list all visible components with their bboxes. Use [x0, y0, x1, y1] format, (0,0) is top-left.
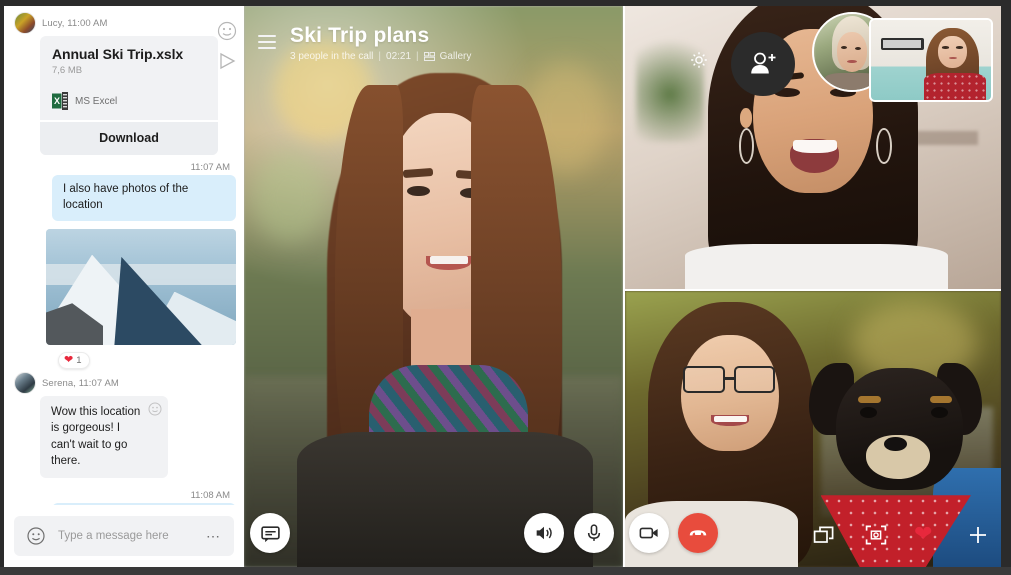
- person-mouth: [847, 59, 857, 63]
- message-action-rail: [216, 20, 242, 80]
- person-face: [836, 32, 868, 72]
- file-attachment-card[interactable]: Annual Ski Trip.xslx 7,6 MB X MS Excel D…: [40, 36, 218, 155]
- background-bokeh: [251, 151, 328, 242]
- snapshot-icon: [864, 523, 888, 547]
- window-frame-top: [0, 0, 1011, 6]
- tile-divider: [623, 6, 625, 567]
- window-frame-right: [1001, 0, 1011, 575]
- end-call-button[interactable]: [678, 513, 718, 553]
- file-size: 7,6 MB: [52, 65, 83, 76]
- person-glasses: [734, 365, 776, 394]
- file-app-row: X MS Excel: [52, 92, 206, 110]
- send-reaction-button[interactable]: ❤: [914, 523, 938, 547]
- reaction-count: 1: [76, 355, 82, 367]
- dog-marking: [929, 395, 953, 404]
- sender-name-time: Serena, 11:07 AM: [42, 377, 119, 389]
- snapshot-button[interactable]: [864, 523, 888, 547]
- emoji-icon[interactable]: [216, 20, 238, 42]
- person-earring: [876, 127, 892, 165]
- gear-icon[interactable]: [687, 48, 711, 72]
- message-timestamp: 11:08 AM: [190, 490, 230, 502]
- camera-button[interactable]: [629, 513, 669, 553]
- person-eye: [406, 185, 430, 197]
- person-teeth: [792, 140, 838, 153]
- tile-divider: [625, 289, 1001, 291]
- avatar: [14, 372, 36, 395]
- person-eye: [855, 46, 862, 50]
- person-dress-pattern: [923, 72, 987, 100]
- message-sender-row-incoming: Serena, 11:07 AM: [14, 372, 236, 395]
- sender-name-time: Lucy, 11:00 AM: [42, 17, 108, 29]
- avatar: [14, 12, 36, 34]
- window-frame-left: [0, 0, 4, 575]
- dog-eye: [859, 406, 877, 418]
- person-eye: [941, 46, 949, 49]
- mountain-photo[interactable]: [46, 229, 236, 346]
- message-reaction[interactable]: ❤ 1: [58, 352, 90, 370]
- message-timestamp: 11:07 AM: [190, 162, 230, 173]
- background-plant: [636, 22, 704, 142]
- dog-marking: [858, 395, 881, 404]
- heart-icon: ❤: [64, 354, 74, 367]
- file-card-body: Annual Ski Trip.xslx 7,6 MB X MS Excel: [40, 36, 218, 120]
- add-person-icon: [748, 50, 778, 78]
- message-composer: Type a message here ⋯: [4, 505, 244, 567]
- chat-icon: [260, 523, 281, 544]
- emoji-icon[interactable]: [148, 402, 162, 416]
- file-name: Annual Ski Trip.xslx: [52, 46, 184, 62]
- message-input-container[interactable]: Type a message here ⋯: [14, 516, 234, 556]
- svg-text:X: X: [54, 96, 60, 106]
- microphone-button[interactable]: [574, 513, 614, 553]
- main-video-tile[interactable]: [244, 6, 623, 567]
- end-call-icon: [687, 522, 709, 544]
- search-input[interactable]: Type a message here: [58, 530, 194, 542]
- heart-icon: ❤: [914, 521, 933, 546]
- chat-message-list[interactable]: Lucy, 11:00 AM Annual Ski Trip.xslx 7,6 …: [4, 6, 244, 505]
- person-shirt: [685, 243, 949, 289]
- person-teeth: [713, 415, 747, 422]
- background-picture-frame-inner: [883, 40, 922, 48]
- person-glasses-bridge: [722, 376, 736, 381]
- more-options-icon[interactable]: ⋯: [206, 529, 222, 543]
- person-eye: [956, 46, 964, 49]
- excel-icon: X: [52, 92, 68, 110]
- speaker-button[interactable]: [524, 513, 564, 553]
- chat-toggle-button[interactable]: [250, 513, 290, 553]
- more-actions-button[interactable]: [966, 523, 990, 547]
- message-bubble[interactable]: Wow this location is gorgeous! I can't w…: [40, 396, 168, 479]
- person-face: [938, 36, 967, 68]
- speaker-icon: [533, 522, 555, 544]
- file-app-label: MS Excel: [75, 95, 118, 107]
- person-glasses: [683, 365, 725, 394]
- screen-share-button[interactable]: [812, 523, 836, 547]
- skype-call-window: Lucy, 11:00 AM Annual Ski Trip.xslx 7,6 …: [0, 0, 1011, 575]
- microphone-icon: [583, 522, 605, 544]
- download-button[interactable]: Download: [40, 120, 218, 155]
- plus-icon: [966, 523, 990, 547]
- video-camera-icon: [638, 522, 660, 544]
- person-eyebrow: [402, 167, 434, 178]
- chat-panel: Lucy, 11:00 AM Annual Ski Trip.xslx 7,6 …: [4, 6, 244, 567]
- message-text: Wow this location is gorgeous! I can't w…: [51, 406, 141, 468]
- emoji-icon[interactable]: [26, 526, 46, 546]
- message-row-incoming: Wow this location is gorgeous! I can't w…: [40, 396, 236, 479]
- dog-nose: [884, 437, 907, 452]
- add-person-button[interactable]: [731, 32, 795, 96]
- person-teeth: [429, 256, 468, 265]
- person-ear: [739, 107, 753, 128]
- message-bubble[interactable]: I also have photos of the location: [52, 175, 236, 222]
- forward-icon[interactable]: [216, 50, 238, 72]
- person-face: [681, 335, 780, 452]
- message-sender-row: Lucy, 11:00 AM: [14, 12, 236, 34]
- window-frame-bottom: [0, 567, 1011, 575]
- message-row-outgoing: I also have photos of the location: [12, 175, 236, 222]
- video-call-area: Ski Trip plans 3 people in the call | 02…: [244, 6, 1001, 567]
- screen-share-icon: [812, 523, 836, 547]
- participant-thumbnail[interactable]: [869, 18, 993, 102]
